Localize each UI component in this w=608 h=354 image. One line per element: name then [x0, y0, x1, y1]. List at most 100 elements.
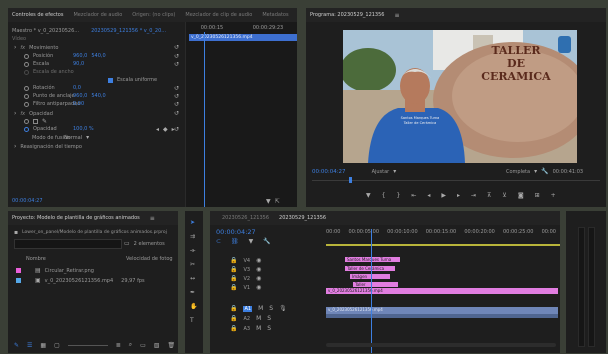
quality-select[interactable]: Completa — [506, 169, 530, 175]
stopwatch-icon[interactable] — [24, 53, 29, 59]
mute-icon[interactable]: M — [258, 305, 263, 312]
stopwatch-icon[interactable] — [24, 61, 29, 67]
go-to-out-icon[interactable]: ⇥ — [471, 192, 476, 199]
rectangle-mask-icon[interactable] — [33, 119, 38, 124]
program-timecode[interactable]: 00:00:04:27 — [312, 169, 346, 175]
timeline-clip[interactable]: Taller de Cerámica — [345, 266, 395, 271]
effects-mini-timeline[interactable]: 00:00:15 00:00:29:23 v_0_20230526121356.… — [185, 22, 297, 207]
camera-icon[interactable]: ◙ — [518, 192, 524, 199]
timeline-playhead[interactable] — [371, 229, 372, 353]
reset-icon[interactable]: ↺ — [174, 110, 179, 117]
add-marker-icon[interactable]: ▼ — [249, 238, 254, 245]
chevron-down-icon[interactable]: › — [14, 110, 16, 117]
solo-icon[interactable]: S — [269, 305, 273, 312]
chevron-down-icon[interactable]: ▾ — [534, 168, 537, 175]
position-y-value[interactable]: 540,0 — [91, 53, 105, 59]
sort-icon[interactable]: ≣ — [116, 342, 121, 349]
freeform-view-icon[interactable]: ▢ — [54, 342, 60, 349]
reset-icon[interactable]: ↺ — [174, 101, 179, 108]
pencil-icon[interactable]: ✎ — [14, 342, 19, 349]
fx-icon[interactable]: fx — [20, 111, 25, 117]
stopwatch-icon[interactable] — [24, 101, 29, 107]
blend-select[interactable]: Normal — [64, 135, 82, 141]
lock-icon[interactable]: 🔒 — [230, 305, 237, 312]
timeline-clip[interactable]: Santos Marques Turna — [345, 257, 400, 262]
lock-icon[interactable]: 🔒 — [230, 257, 237, 264]
reset-icon[interactable]: ↺ — [174, 126, 179, 133]
opacity-section-row[interactable]: › fx Opacidad — [14, 110, 53, 117]
timeline-clip[interactable]: v_0_20230526121356.mp4 — [326, 288, 558, 294]
tab-project[interactable]: Proyecto: Modelo de plantilla de gráfico… — [12, 215, 140, 221]
step-back-icon[interactable]: ◂ — [427, 192, 430, 199]
chevron-down-icon[interactable]: › — [14, 44, 16, 51]
tab-source[interactable]: Origen: (no clips) — [132, 12, 175, 18]
tab-audio-clip-mixer[interactable]: Mezclador de clip de audio — [185, 12, 252, 18]
track-header-a2[interactable]: 🔒 A2 M S — [230, 315, 271, 322]
project-item-row[interactable]: ▤ Circular_Retirar.png — [16, 267, 94, 274]
icon-view-icon[interactable]: ▦ — [40, 342, 46, 349]
mark-in-icon[interactable]: { — [382, 192, 386, 199]
hand-tool-icon[interactable]: ✋ — [190, 303, 197, 310]
zoom-slider[interactable] — [67, 344, 108, 346]
timeline-clip[interactable]: v_0_20230526121356.mp4 — [326, 307, 558, 314]
track-header-a1[interactable]: 🔒 A1 M S 🎙 — [230, 305, 287, 312]
flicker-value[interactable]: 0,00 — [73, 101, 84, 107]
project-search-input[interactable] — [14, 239, 122, 249]
effects-timecode[interactable]: 00:00:04:27 — [12, 198, 43, 204]
menu-icon[interactable]: ≡ — [150, 215, 155, 222]
tab-sequence-2[interactable]: 20230529_121356 — [279, 215, 326, 221]
wrench-icon[interactable]: 🔧 — [541, 168, 548, 175]
stopwatch-icon[interactable] — [24, 93, 29, 99]
extract-icon[interactable]: ⊻ — [502, 192, 506, 199]
lock-icon[interactable]: 🔒 — [230, 275, 237, 282]
eye-icon[interactable]: ◉ — [256, 257, 261, 264]
go-to-in-icon[interactable]: ⇤ — [411, 192, 416, 199]
rotation-value[interactable]: 0,0 — [73, 85, 81, 91]
mark-out-icon[interactable]: } — [396, 192, 400, 199]
ripple-edit-tool-icon[interactable]: ⟛ — [190, 247, 195, 255]
add-icon[interactable]: + — [551, 192, 556, 199]
snap-icon[interactable]: ⊂ — [216, 238, 221, 245]
fit-select[interactable]: Ajustar — [372, 169, 390, 175]
linked-selection-icon[interactable]: ⛓ — [231, 238, 239, 245]
reset-icon[interactable]: ↺ — [174, 44, 179, 51]
stopwatch-icon[interactable] — [24, 126, 29, 132]
program-video-frame[interactable]: TALLER DE CERAMICA Santos Marques Turna … — [343, 30, 577, 163]
tab-sequence-1[interactable]: 20230526_121356 — [222, 215, 269, 221]
track-header-v2[interactable]: 🔒 V2 ◉ — [230, 275, 261, 282]
slip-tool-icon[interactable]: ↔ — [190, 275, 195, 282]
next-keyframe-icon[interactable]: ▸ — [172, 126, 175, 133]
column-fps[interactable]: Velocidad de fotog — [126, 256, 173, 262]
reset-icon[interactable]: ↺ — [174, 93, 179, 100]
motion-row[interactable]: › fx Movimiento — [14, 44, 58, 51]
fx-icon[interactable]: fx — [20, 45, 25, 51]
timeline-ruler[interactable]: 00:00 00:00:05:00 00:00:10:00 00:00:15:0… — [326, 229, 560, 243]
eye-icon[interactable]: ◉ — [256, 275, 261, 282]
tab-effect-controls[interactable]: Controles de efectos — [12, 12, 63, 18]
time-remap-row[interactable]: › Reasignación del tiempo — [14, 143, 82, 150]
program-scrubber[interactable] — [312, 177, 600, 183]
timeline-timecode[interactable]: 00:00:04:27 — [216, 228, 256, 236]
lock-icon[interactable]: 🔒 — [230, 266, 237, 273]
tab-program[interactable]: Programa: 20230529_121356 — [310, 12, 384, 18]
step-forward-icon[interactable]: ▸ — [457, 192, 460, 199]
selection-tool-icon[interactable]: ➤ — [190, 219, 195, 226]
mini-clip-bar[interactable]: v_0_20230526121356.mp4 — [189, 34, 297, 41]
uniform-scale-checkbox[interactable] — [108, 77, 113, 83]
razor-tool-icon[interactable]: ✂ — [190, 261, 195, 268]
new-bin-icon[interactable]: ▭ — [140, 342, 146, 349]
project-item-row[interactable]: ▣ v_0_20230526121356.mp4 29,97 fps — [16, 277, 145, 284]
type-tool-icon[interactable]: T — [190, 317, 194, 324]
scrubber-playhead[interactable] — [349, 177, 352, 183]
chevron-right-icon[interactable]: › — [14, 143, 16, 150]
button-editor-icon[interactable]: ⊞ — [535, 192, 540, 199]
list-view-icon[interactable]: ☰ — [27, 342, 32, 349]
track-header-a3[interactable]: 🔒 A3 M S — [230, 325, 271, 332]
search-icon[interactable]: ⌕ — [129, 341, 132, 349]
pen-tool-icon[interactable]: ✒ — [190, 289, 195, 296]
work-area-bar[interactable] — [326, 244, 560, 246]
anchor-x-value[interactable]: 960,0 — [73, 93, 87, 99]
filter-icon[interactable]: ▼ — [266, 198, 271, 205]
bin-icon[interactable]: ▭ — [124, 240, 130, 247]
play-icon[interactable]: ▶ — [441, 192, 446, 199]
